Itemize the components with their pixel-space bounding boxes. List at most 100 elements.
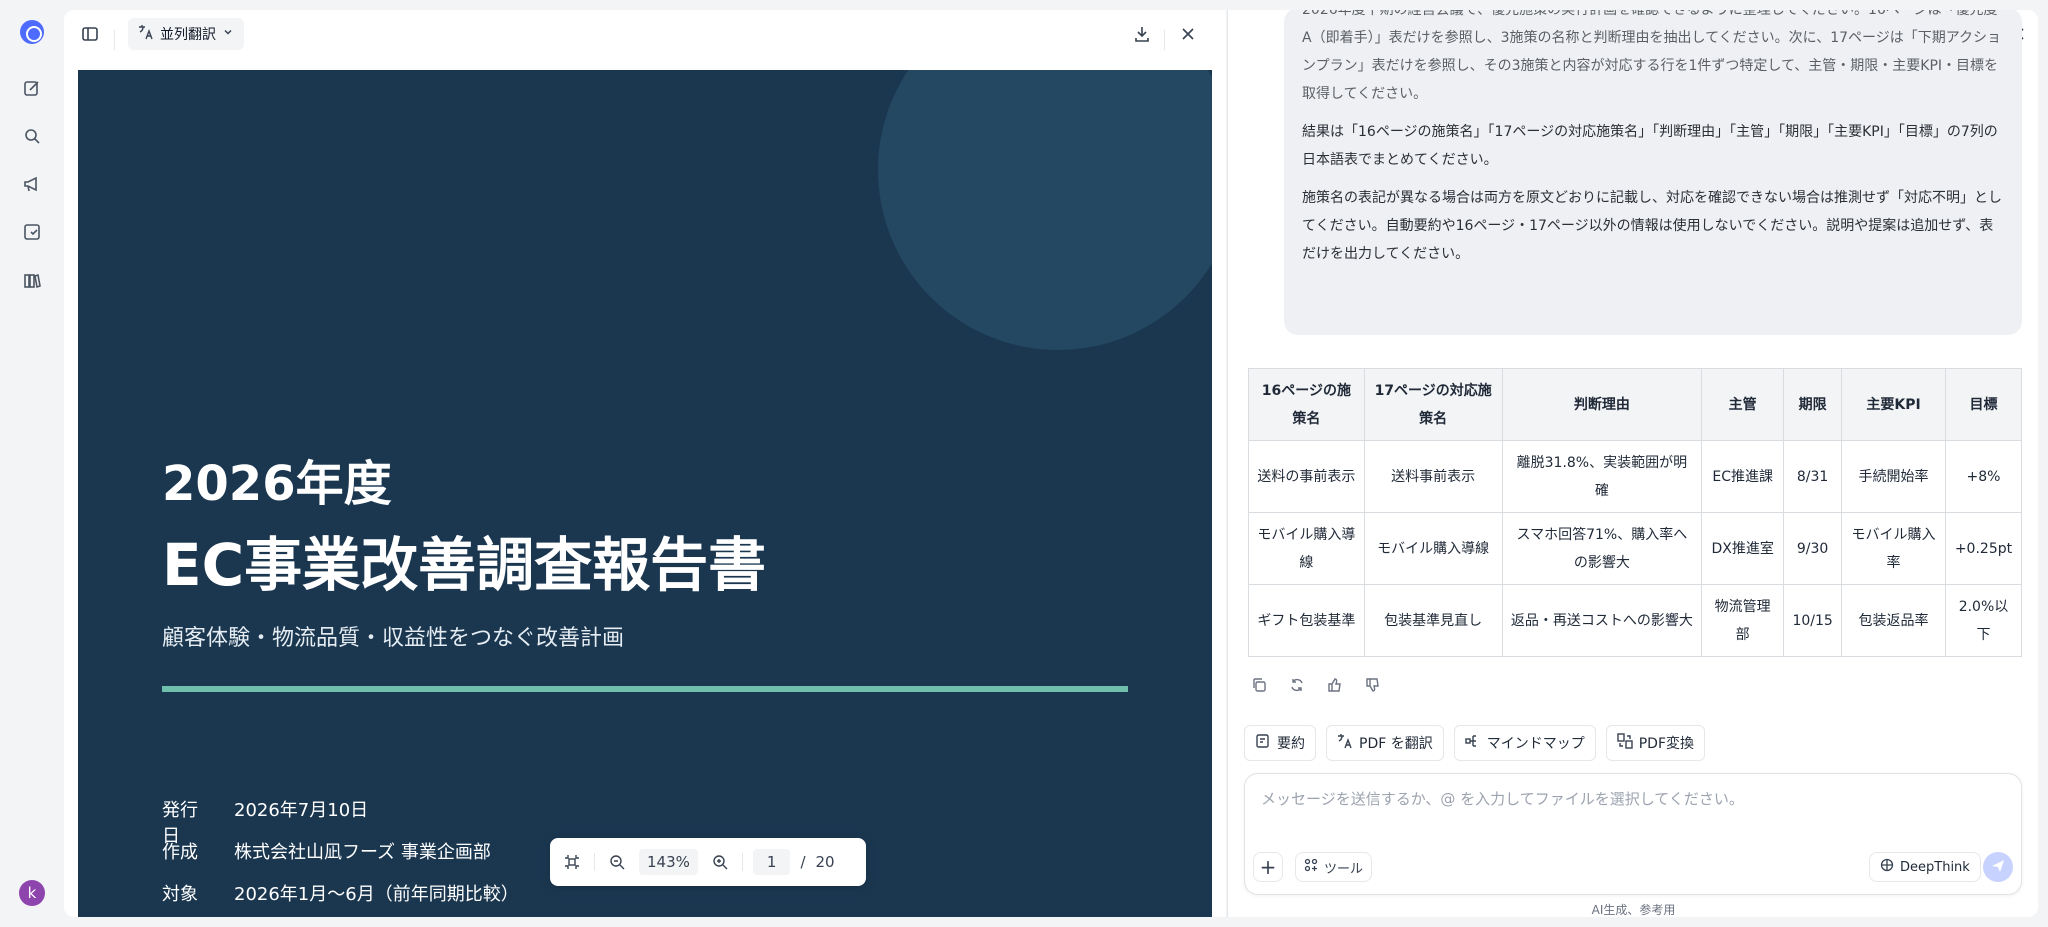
table-row: ギフト包装基準 包装基準見直し 返品・再送コストへの影響大 物流管理部 10/1… (1248, 584, 2023, 657)
table-header-cell: 目標 (1944, 368, 2023, 441)
table-cell: スマホ回答71%、購入率への影響大 (1501, 512, 1703, 585)
summary-label: 要約 (1277, 736, 1305, 752)
translate-label: 並列翻訳 (160, 27, 216, 43)
pdf-viewer-panel: 並列翻訳 2026年度 EC事業改善調査報告書 顧客体験・物流品質・収益性をつな… (64, 10, 1226, 917)
table-cell: DX推進室 (1701, 512, 1785, 585)
mindmap-icon (1465, 733, 1481, 753)
table-header-cell: 16ページの施策名 (1248, 368, 1365, 441)
avatar[interactable]: k (19, 880, 45, 906)
send-button[interactable] (1983, 852, 2013, 882)
slide-accent-bar (162, 686, 1128, 692)
toolbar-divider (114, 30, 115, 50)
slide-meta-target: 対象 2026年1月〜6月（前年同期比較） (162, 880, 519, 906)
deepthink-button[interactable]: DeepThink (1869, 852, 1981, 882)
new-chat-icon[interactable] (20, 76, 44, 100)
translate-pdf-label: PDF を翻訳 (1359, 736, 1433, 752)
file-check-icon[interactable] (20, 220, 44, 244)
zoom-divider (594, 853, 595, 871)
page-separator: / (800, 853, 806, 871)
table-header-cell: 判断理由 (1501, 368, 1703, 441)
close-pdf-icon[interactable] (1174, 20, 1202, 48)
table-cell: モバイル購入率 (1841, 512, 1946, 585)
thumbs-down-icon[interactable] (1362, 674, 1384, 696)
slide-decoration-circle (878, 70, 1212, 350)
mindmap-button[interactable]: マインドマップ (1453, 725, 1596, 761)
table-cell: 包装返品率 (1841, 584, 1946, 657)
summary-button[interactable]: 要約 (1244, 725, 1316, 761)
pdf-convert-icon (1617, 733, 1633, 753)
ai-disclaimer: AI生成、参考用 (1591, 903, 1676, 917)
zoom-controls: 143% 1 / 20 (550, 838, 866, 886)
pdf-page: 2026年度 EC事業改善調査報告書 顧客体験・物流品質・収益性をつなぐ改善計画… (78, 70, 1212, 917)
meta-value: 2026年1月〜6月（前年同期比較） (234, 884, 519, 905)
zoom-level[interactable]: 143% (639, 849, 698, 875)
regenerate-icon[interactable] (1286, 674, 1308, 696)
slide-title: EC事業改善調査報告書 (162, 531, 767, 599)
mindmap-label: マインドマップ (1486, 736, 1585, 752)
translate-pdf-button[interactable]: PDF を翻訳 (1326, 725, 1444, 761)
translate-icon (138, 24, 154, 44)
library-icon[interactable] (20, 268, 44, 292)
table-cell: 8/31 (1783, 440, 1843, 513)
slide-meta-author: 作成 株式会社山凪フーズ 事業企画部 (162, 838, 491, 864)
pdf-convert-label: PDF変換 (1638, 736, 1695, 752)
app-logo[interactable] (20, 20, 44, 44)
deepthink-icon (1880, 858, 1894, 876)
chat-panel: 2026年度下期の経営会議で、優先施策の実行計画を確認できるように整理してくださ… (1227, 10, 2038, 917)
parallel-translate-button[interactable]: 並列翻訳 (128, 18, 244, 50)
pdf-toolbar: 並列翻訳 (64, 10, 1226, 70)
translate-icon (1337, 733, 1353, 753)
table-cell: 送料事前表示 (1363, 440, 1503, 513)
message-composer[interactable]: メッセージを送信するか、@ を入力してファイルを選択してください。 + ツール … (1244, 773, 2022, 895)
table-cell: モバイル購入導線 (1363, 512, 1503, 585)
pdf-convert-button[interactable]: PDF変換 (1605, 725, 1706, 761)
table-cell: モバイル購入導線 (1248, 512, 1365, 585)
deepthink-label: DeepThink (1900, 859, 1970, 875)
summary-icon (1255, 733, 1271, 753)
add-attachment-button[interactable]: + (1253, 852, 1283, 882)
message-actions (1248, 674, 1384, 696)
copy-icon[interactable] (1248, 674, 1270, 696)
table-header-cell: 主管 (1701, 368, 1785, 441)
message-input-placeholder[interactable]: メッセージを送信するか、@ を入力してファイルを選択してください。 (1261, 788, 1744, 809)
table-cell: EC推進課 (1701, 440, 1785, 513)
table-header-cell: 主要KPI (1841, 368, 1946, 441)
page-number-input[interactable]: 1 (752, 849, 791, 875)
meta-key: 作成 (162, 842, 198, 863)
slide-subtitle: 顧客体験・物流品質・収益性をつなぐ改善計画 (162, 626, 625, 651)
table-row: モバイル購入導線 モバイル購入導線 スマホ回答71%、購入率への影響大 DX推進… (1248, 512, 2023, 585)
table-cell: 2.0%以下 (1944, 584, 2023, 657)
download-icon[interactable] (1128, 20, 1156, 48)
fit-page-icon[interactable] (560, 850, 584, 874)
search-icon[interactable] (20, 124, 44, 148)
zoom-out-icon[interactable] (605, 850, 629, 874)
sidebar-toggle-icon[interactable] (76, 20, 104, 48)
user-message-paragraph: 結果は「16ページの施策名」「17ページの対応施策名」「判断理由」「主管」「期限… (1302, 124, 1998, 168)
user-message-paragraph: 2026年度下期の経営会議で、優先施策の実行計画を確認できるように整理してくださ… (1302, 10, 2002, 102)
tools-button[interactable]: ツール (1295, 852, 1373, 882)
quick-actions: 要約 PDF を翻訳 マインドマップ PDF変換 (1244, 725, 1706, 761)
table-header-cell: 17ページの対応施策名 (1363, 368, 1503, 441)
thumbs-up-icon[interactable] (1324, 674, 1346, 696)
toolbar-divider (1164, 30, 1165, 50)
table-cell: 10/15 (1783, 584, 1843, 657)
meta-key: 対象 (162, 884, 198, 905)
total-pages: 20 (815, 853, 835, 871)
table-cell: 送料の事前表示 (1248, 440, 1365, 513)
megaphone-icon[interactable] (20, 172, 44, 196)
result-table: 16ページの施策名 17ページの対応施策名 判断理由 主管 期限 主要KPI 目… (1248, 368, 2023, 657)
table-header-row: 16ページの施策名 17ページの対応施策名 判断理由 主管 期限 主要KPI 目… (1248, 368, 2023, 441)
table-cell: 物流管理部 (1701, 584, 1785, 657)
tools-icon (1304, 858, 1318, 876)
meta-value: 株式会社山凪フーズ 事業企画部 (234, 842, 491, 863)
table-cell: 離脱31.8%、実装範囲が明確 (1501, 440, 1703, 513)
left-rail: k (0, 0, 64, 927)
table-cell: ギフト包装基準 (1248, 584, 1365, 657)
user-message-bubble: 2026年度下期の経営会議で、優先施策の実行計画を確認できるように整理してくださ… (1284, 10, 2022, 335)
chevron-down-icon (222, 26, 234, 42)
table-cell: +8% (1944, 440, 2023, 513)
table-cell: 返品・再送コストへの影響大 (1501, 584, 1703, 657)
slide-year: 2026年度 (162, 456, 392, 512)
user-message-paragraph: 施策名の表記が異なる場合は両方を原文どおりに記載し、対応を確認できない場合は推測… (1302, 190, 2002, 262)
zoom-in-icon[interactable] (708, 850, 732, 874)
